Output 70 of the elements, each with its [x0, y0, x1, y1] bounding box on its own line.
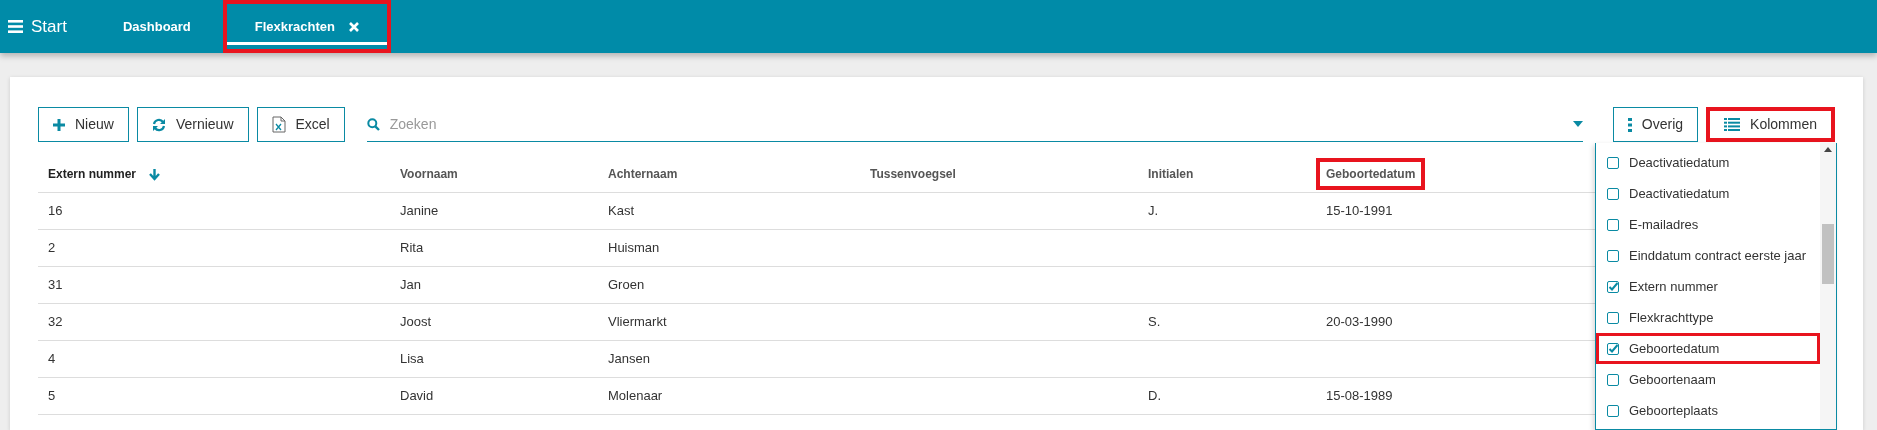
refresh-button[interactable]: Vernieuw — [136, 107, 249, 142]
more-button[interactable]: Overig — [1612, 107, 1699, 142]
list-icon — [1724, 118, 1741, 131]
close-icon[interactable] — [349, 21, 359, 32]
table-cell: 5 — [48, 387, 56, 403]
table-cell: Molenaar — [608, 387, 663, 403]
checkbox[interactable] — [1607, 249, 1619, 262]
column-option[interactable]: Geboortedatum — [1596, 333, 1820, 364]
vertical-dots-icon — [1627, 117, 1632, 132]
nav-tab[interactable]: Dashboard — [90, 0, 223, 53]
column-option[interactable]: Deactivatiedatum — [1596, 147, 1820, 178]
column-option[interactable]: Geboortenaam — [1596, 364, 1820, 395]
table-cell: Groen — [608, 276, 645, 292]
column-header[interactable]: Extern nummer — [38, 157, 147, 190]
columns-button[interactable]: Kolommen — [1706, 107, 1835, 142]
column-header[interactable]: Tussenvoegsel — [860, 157, 966, 190]
table-cell: Kast — [608, 202, 634, 218]
table-cell: S. — [1148, 313, 1161, 329]
plus-icon — [53, 118, 65, 131]
table-cell: 32 — [48, 313, 63, 329]
spreadsheet-file-icon — [271, 116, 286, 133]
checkbox[interactable] — [1607, 373, 1619, 386]
table-cell: 31 — [48, 276, 63, 292]
column-option[interactable]: Extern nummer — [1596, 271, 1820, 302]
nav-tab[interactable]: Flexkrachten — [222, 0, 391, 53]
table-cell: Huisman — [608, 239, 660, 255]
table-cell: J. — [1148, 202, 1159, 218]
new-button[interactable]: Nieuw — [38, 107, 129, 142]
scrollbar[interactable] — [1820, 143, 1836, 429]
table-cell: 15-10-1991 — [1326, 202, 1393, 218]
checkbox[interactable] — [1607, 342, 1619, 355]
table-cell: 20-03-1990 — [1326, 313, 1393, 329]
caret-icon[interactable] — [1572, 121, 1583, 127]
table-cell: D. — [1148, 387, 1161, 403]
column-option[interactable]: Einddatum contract eerste jaar — [1596, 240, 1820, 271]
table-cell: Joost — [400, 313, 432, 329]
table-cell: 15-08-1989 — [1326, 387, 1393, 403]
excel-button[interactable]: Excel — [256, 107, 345, 142]
menu-icon — [8, 20, 23, 33]
table-cell: Jansen — [608, 350, 650, 366]
search-field[interactable]: Zoeken — [366, 107, 1583, 142]
checkbox[interactable] — [1607, 218, 1619, 231]
checkbox[interactable] — [1607, 404, 1619, 417]
table-cell: Rita — [400, 239, 424, 255]
column-option[interactable]: Flexkrachttype — [1596, 302, 1820, 333]
column-option[interactable]: Geboorteplaats — [1596, 395, 1820, 426]
checkbox[interactable] — [1607, 311, 1619, 324]
column-header[interactable]: Achternaam — [598, 157, 688, 190]
column-header[interactable]: Geboortedatum — [1316, 157, 1426, 190]
refresh-icon — [151, 117, 166, 132]
column-header[interactable]: Voornaam — [390, 157, 468, 190]
checkbox[interactable] — [1607, 280, 1619, 293]
table-cell: David — [400, 387, 434, 403]
column-header[interactable]: Initialen — [1138, 157, 1204, 190]
table-cell: 2 — [48, 239, 56, 255]
column-option[interactable]: E-mailadres — [1596, 209, 1820, 240]
table-cell: Lisa — [400, 350, 424, 366]
table-cell: 4 — [48, 350, 56, 366]
checkbox[interactable] — [1607, 156, 1619, 169]
table-cell: Janine — [400, 202, 439, 218]
table-cell: Jan — [400, 276, 421, 292]
sort-down-arrow-icon[interactable] — [149, 168, 161, 181]
table-cell: 16 — [48, 202, 63, 218]
start-menu-link[interactable]: Start — [8, 13, 67, 40]
checkbox[interactable] — [1607, 187, 1619, 200]
search-icon — [366, 117, 380, 131]
scroll-up-icon[interactable] — [1824, 147, 1832, 152]
column-option[interactable]: Deactivatiedatum — [1596, 178, 1820, 209]
table-cell: Vliermarkt — [608, 313, 667, 329]
scrollbar-thumb[interactable] — [1822, 224, 1834, 284]
